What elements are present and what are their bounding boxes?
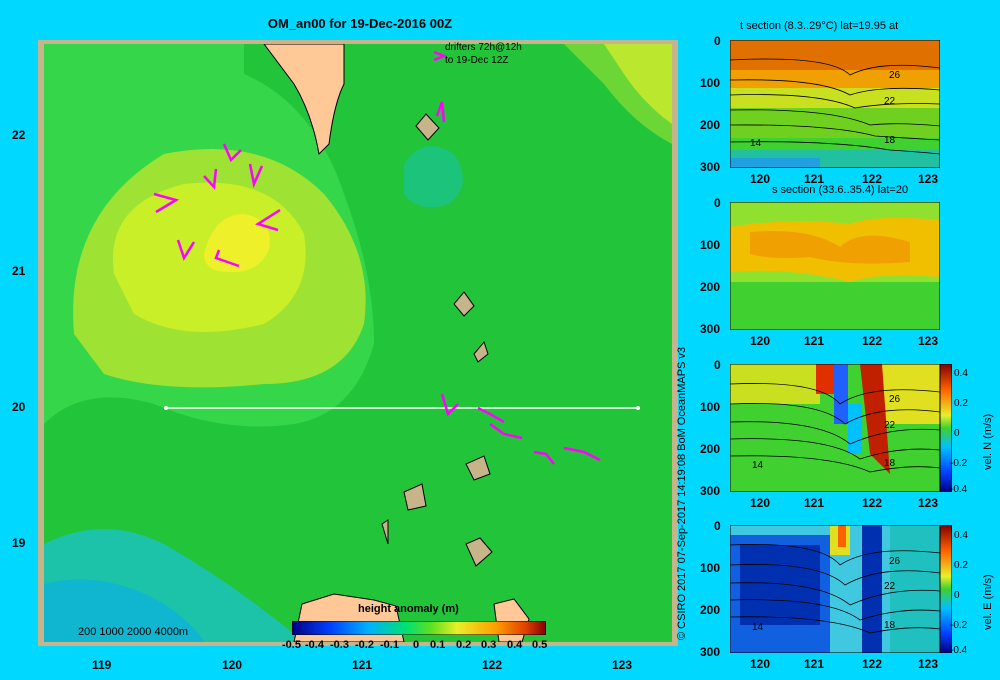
panel-1-x-tick: 120 xyxy=(750,172,771,186)
panel-3-y-tick: 100 xyxy=(700,400,721,414)
panel-4-y-tick: 300 xyxy=(700,645,721,659)
colorbar-tick: 0 xyxy=(413,639,420,651)
map-y-tick: 22 xyxy=(12,128,26,142)
vel-n-cb-tick: 0.4 xyxy=(954,368,968,379)
map-y-tick: 19 xyxy=(12,536,26,550)
panel-4-x-tick: 120 xyxy=(750,657,771,671)
map-y-tick: 20 xyxy=(12,400,26,414)
panel-4-x-tick: 123 xyxy=(918,657,939,671)
colorbar-tick: -0.1 xyxy=(380,639,399,651)
depth-legend: 200 1000 2000 4000m xyxy=(78,626,189,638)
map-y-tick: 21 xyxy=(12,264,26,278)
panel-4-x-tick: 121 xyxy=(804,657,825,671)
temperature-section xyxy=(730,40,940,168)
vel-e-cb-tick: -0.4 xyxy=(950,645,968,656)
colorbar-tick: -0.3 xyxy=(330,639,349,651)
map-title: OM_an00 for 19-Dec-2016 00Z xyxy=(267,16,453,31)
map-x-tick: 121 xyxy=(352,658,373,672)
panel-3-x-tick: 122 xyxy=(862,496,883,510)
vel-n-colorbar xyxy=(940,364,952,492)
colorbar-tick: 0.1 xyxy=(430,639,446,651)
panel-2-x-tick: 123 xyxy=(918,334,939,348)
panel-3-x-tick: 121 xyxy=(804,496,825,510)
panel-1-contour-label: 18 xyxy=(884,135,896,146)
panel-3-x-tick: 120 xyxy=(750,496,771,510)
panel-1-y-tick: 100 xyxy=(700,76,721,90)
panel-1-contour-label: 14 xyxy=(750,138,762,149)
colorbar-tick: 0.5 xyxy=(532,639,548,651)
panel-1-contour-label: 22 xyxy=(884,96,896,107)
panel-1-x-tick: 123 xyxy=(918,172,939,186)
panel-4-y-tick: 0 xyxy=(714,519,721,533)
panel-4-y-tick: 200 xyxy=(700,603,721,617)
panel-3-contour-label: 18 xyxy=(884,458,896,469)
vel-n-cb-tick: 0.2 xyxy=(954,398,968,409)
velocity-north-section xyxy=(730,364,940,492)
panel-3-y-tick: 300 xyxy=(700,484,721,498)
panel-1-y-tick: 300 xyxy=(700,160,721,174)
drifters-note-line2: to 19-Dec 12Z xyxy=(445,55,509,66)
vel-e-label: vel. E (m/s) xyxy=(982,574,994,630)
colorbar-tick: -0.5 xyxy=(282,639,301,651)
panel-2-x-tick: 122 xyxy=(862,334,883,348)
height-anomaly-map xyxy=(44,44,672,642)
panel-4-contour-label: 26 xyxy=(889,556,901,567)
colorbar-tick: 0.4 xyxy=(507,639,523,651)
colorbar-tick: 0.2 xyxy=(456,639,472,651)
panel-3-contour-label: 22 xyxy=(884,420,896,431)
vel-e-cb-tick: 0.2 xyxy=(954,560,968,571)
panel-1-title: t section (8.3..29°C) lat=19.95 at xyxy=(740,20,899,32)
colorbar-tick: -0.2 xyxy=(355,639,374,651)
colorbar-tick: 0.3 xyxy=(481,639,497,651)
map-x-tick: 122 xyxy=(482,658,503,672)
panel-3-contour-label: 26 xyxy=(889,394,901,405)
vel-n-cb-tick: -0.2 xyxy=(950,458,968,469)
drifters-note-line1: drifters 72h@12h xyxy=(445,42,522,53)
panel-2-x-tick: 120 xyxy=(750,334,771,348)
panel-2-y-tick: 300 xyxy=(700,322,721,336)
panel-1-y-tick: 200 xyxy=(700,118,721,132)
map-x-tick: 120 xyxy=(222,658,243,672)
panel-3-contour-label: 14 xyxy=(752,460,764,471)
panel-2-y-tick: 0 xyxy=(714,196,721,210)
salinity-section xyxy=(730,202,940,330)
panel-4-x-tick: 122 xyxy=(862,657,883,671)
map-x-tick: 123 xyxy=(612,658,633,672)
velocity-east-section xyxy=(730,525,940,653)
panel-2-y-tick: 100 xyxy=(700,238,721,252)
vel-e-cb-tick: -0.2 xyxy=(950,620,968,631)
panel-4-contour-label: 14 xyxy=(752,622,764,633)
panel-2-y-tick: 200 xyxy=(700,280,721,294)
panel-2-title: s section (33.6..35.4) lat=20 xyxy=(772,184,909,196)
panel-3-y-tick: 0 xyxy=(714,358,721,372)
panel-4-contour-label: 22 xyxy=(884,581,896,592)
panel-1-contour-label: 26 xyxy=(889,70,901,81)
height-anomaly-colorbar xyxy=(292,621,546,635)
panel-1-y-tick: 0 xyxy=(714,34,721,48)
panel-3-x-tick: 123 xyxy=(918,496,939,510)
copyright-note: © CSIRO 2017 07-Sep-2017 14:19:08 BoM Oc… xyxy=(676,346,688,640)
colorbar-title: height anomaly (m) xyxy=(358,603,459,615)
map-x-tick: 119 xyxy=(92,658,112,672)
panel-4-contour-label: 18 xyxy=(884,620,896,631)
vel-n-cb-tick: 0 xyxy=(954,428,960,439)
panel-2-x-tick: 121 xyxy=(804,334,825,348)
panel-4-y-tick: 100 xyxy=(700,561,721,575)
vel-e-cb-tick: 0.4 xyxy=(954,530,968,541)
vel-n-cb-tick: -0.4 xyxy=(950,484,968,495)
vel-e-colorbar xyxy=(940,525,952,653)
vel-e-cb-tick: 0 xyxy=(954,590,960,601)
colorbar-tick: -0.4 xyxy=(305,639,324,651)
panel-3-y-tick: 200 xyxy=(700,442,721,456)
vel-n-label: vel. N (m/s) xyxy=(982,413,994,470)
